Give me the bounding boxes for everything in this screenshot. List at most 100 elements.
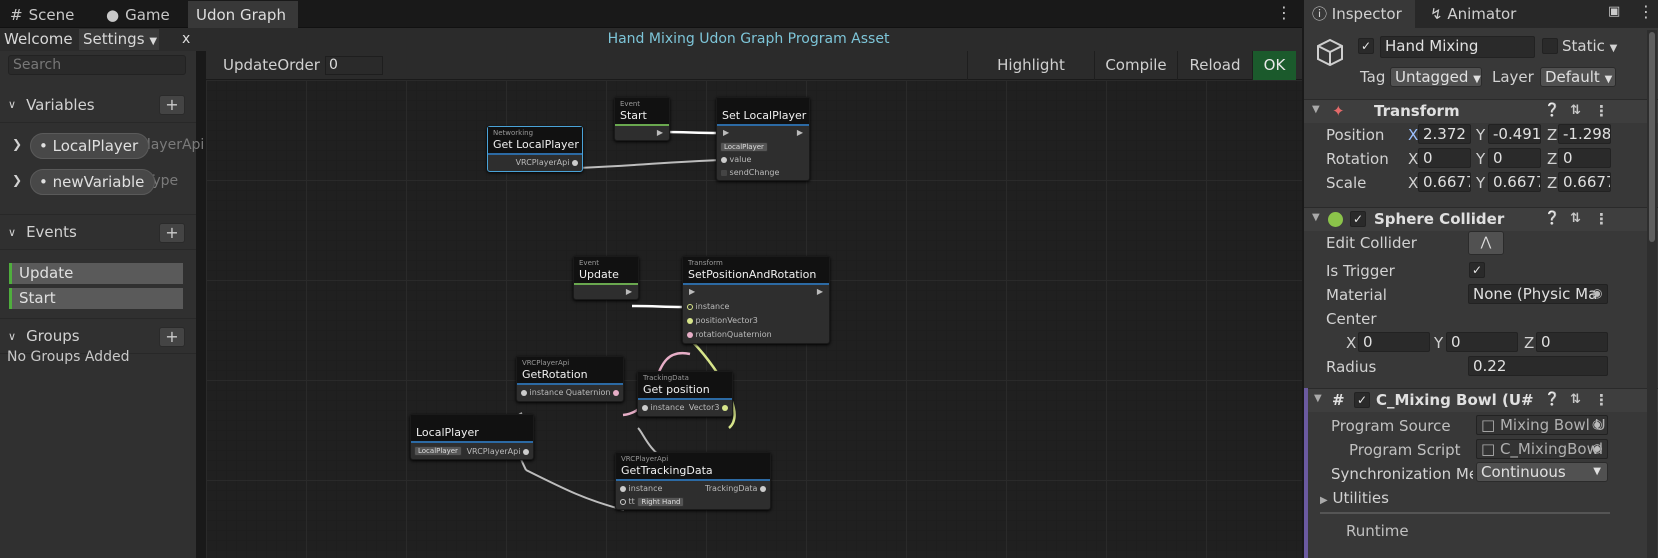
inspector-scrollbar[interactable] bbox=[1647, 30, 1657, 558]
output-port[interactable]: TrackingData bbox=[705, 484, 766, 493]
chevron-right-icon[interactable]: ❯ bbox=[12, 173, 22, 187]
script-header[interactable]: ▼ # ✓ C_Mixing Bowl (U# Sc ❔ ⇅ ⋮ bbox=[1308, 388, 1658, 412]
static-dropdown[interactable]: Static ▼ bbox=[1562, 37, 1617, 55]
welcome-tab[interactable]: Welcome bbox=[4, 28, 73, 51]
highlight-flow-button[interactable]: Highlight Flow bbox=[967, 51, 1094, 103]
variables-header[interactable]: ∨ Variables + bbox=[0, 87, 196, 123]
graph-canvas[interactable]: Event Start ▶ Set LocalPlayer ▶ ▶ LocalPl… bbox=[206, 80, 1302, 558]
center-y-field[interactable]: 0 bbox=[1446, 332, 1518, 352]
add-variable-button[interactable]: + bbox=[159, 95, 185, 115]
material-field[interactable]: None (Physic Ma bbox=[1468, 284, 1608, 304]
tab-inspector[interactable]: ⓘ Inspector bbox=[1304, 0, 1415, 28]
program-source-field[interactable]: □ Mixing Bowl U bbox=[1476, 415, 1608, 435]
radius-field[interactable]: 0.22 bbox=[1468, 356, 1608, 376]
output-port[interactable]: Vector3 bbox=[689, 403, 728, 412]
sync-method-dropdown[interactable]: Continuous ▼ bbox=[1476, 462, 1608, 482]
is-trigger-checkbox[interactable]: ✓ bbox=[1469, 262, 1485, 278]
scale-z-field[interactable]: 0.6677 bbox=[1558, 172, 1611, 192]
node-get-position[interactable]: TrackingData Get position instance Vector… bbox=[637, 371, 733, 417]
enabled-checkbox[interactable]: ✓ bbox=[1350, 211, 1366, 227]
instance-port[interactable]: instance bbox=[687, 302, 729, 311]
preset-icon[interactable]: ⇅ bbox=[1570, 392, 1581, 407]
position-y-field[interactable]: -0.491 bbox=[1488, 124, 1541, 144]
settings-dropdown[interactable]: Settings ▼ bbox=[79, 29, 159, 50]
preset-icon[interactable]: ⇅ bbox=[1570, 103, 1581, 118]
center-z-field[interactable]: 0 bbox=[1536, 332, 1608, 352]
lock-icon[interactable]: ▣ bbox=[1608, 4, 1620, 19]
search-input[interactable]: Search bbox=[8, 55, 186, 75]
flow-out-port[interactable]: ▶ bbox=[657, 128, 663, 137]
node-set-position-rotation[interactable]: Transform SetPositionAndRotation ▶ ▶ inst… bbox=[682, 256, 830, 344]
localplayer-dropdown[interactable]: LocalPlayer bbox=[414, 446, 462, 456]
object-picker-icon[interactable]: ◉ bbox=[1592, 286, 1602, 300]
rotation-x-field[interactable]: 0 bbox=[1418, 148, 1471, 168]
rotation-z-field[interactable]: 0 bbox=[1558, 148, 1611, 168]
close-graph-button[interactable]: x bbox=[182, 28, 190, 51]
edit-collider-button[interactable]: ⋀ bbox=[1468, 231, 1504, 255]
help-icon[interactable]: ❔ bbox=[1544, 211, 1560, 226]
help-icon[interactable]: ❔ bbox=[1544, 103, 1560, 118]
node-get-localplayer[interactable]: Networking Get LocalPlayer VRCPlayerApi bbox=[487, 126, 583, 172]
component-menu-icon[interactable]: ⋮ bbox=[1594, 210, 1609, 228]
event-start[interactable]: Start bbox=[9, 288, 183, 309]
component-menu-icon[interactable]: ⋮ bbox=[1594, 102, 1609, 120]
output-port[interactable]: VRCPlayerApi bbox=[516, 158, 578, 167]
events-header[interactable]: ∨ Events + bbox=[0, 214, 196, 250]
sphere-collider-header[interactable]: ▼ ✓ Sphere Collider ❔ ⇅ ⋮ bbox=[1304, 207, 1658, 231]
flow-out-port[interactable]: ▶ bbox=[797, 128, 803, 137]
component-menu-icon[interactable]: ⋮ bbox=[1594, 391, 1609, 409]
tab-animator[interactable]: ↯ Animator bbox=[1422, 0, 1524, 28]
instance-port[interactable]: instance bbox=[642, 403, 684, 412]
event-update[interactable]: Update bbox=[9, 263, 183, 284]
node-start-event[interactable]: Event Start ▶ bbox=[614, 97, 670, 141]
output-port[interactable]: VRCPlayerApi bbox=[467, 447, 529, 456]
help-icon[interactable]: ❔ bbox=[1544, 392, 1560, 407]
enabled-checkbox[interactable]: ✓ bbox=[1354, 392, 1370, 408]
scale-x-field[interactable]: 0.6677 bbox=[1418, 172, 1471, 192]
node-get-rotation[interactable]: VRCPlayerApi GetRotation instance Quatern… bbox=[516, 356, 624, 402]
flow-in-port[interactable]: ▶ bbox=[689, 287, 695, 296]
variable-row[interactable]: ❯ VRCPlayerApi • LocalPlayer bbox=[0, 133, 204, 163]
rotation-y-field[interactable]: 0 bbox=[1488, 148, 1541, 168]
variable-pill[interactable]: • newVariable bbox=[30, 169, 156, 195]
localplayer-dropdown[interactable]: LocalPlayer bbox=[720, 142, 768, 152]
update-order-input[interactable]: 0 bbox=[325, 56, 383, 75]
chevron-right-icon[interactable]: ❯ bbox=[12, 137, 22, 151]
compile-button[interactable]: Compile bbox=[1094, 51, 1177, 80]
scrollbar-thumb[interactable] bbox=[1649, 32, 1655, 242]
utilities-foldout[interactable]: ▶ Utilities bbox=[1320, 489, 1389, 507]
rotation-port[interactable]: rotationQuaternion bbox=[687, 330, 772, 339]
checkbox[interactable] bbox=[721, 169, 727, 176]
node-get-tracking-data[interactable]: VRCPlayerApi GetTrackingData instance tt … bbox=[615, 452, 771, 510]
tag-dropdown[interactable]: Untagged ▼ bbox=[1390, 67, 1482, 87]
ok-button[interactable]: OK bbox=[1252, 51, 1296, 80]
center-x-field[interactable]: 0 bbox=[1358, 332, 1430, 352]
active-checkbox[interactable]: ✓ bbox=[1358, 38, 1374, 54]
tracking-type-dropdown[interactable]: Right Hand bbox=[637, 497, 685, 507]
transform-header[interactable]: ▼ ✦ Transform ❔ ⇅ ⋮ bbox=[1304, 99, 1658, 123]
reload-button[interactable]: Reload bbox=[1177, 51, 1252, 80]
tab-scene[interactable]: # Scene bbox=[2, 1, 82, 28]
more-menu-icon[interactable]: ⋮ bbox=[1638, 2, 1654, 21]
tab-game[interactable]: ● Game bbox=[98, 1, 178, 28]
tab-udon-graph[interactable]: Udon Graph bbox=[188, 1, 298, 28]
object-picker-icon[interactable]: ◉ bbox=[1592, 417, 1602, 431]
add-event-button[interactable]: + bbox=[159, 223, 185, 243]
add-group-button[interactable]: + bbox=[159, 327, 185, 347]
sendchange-port[interactable]: sendChange bbox=[721, 168, 779, 177]
instance-port[interactable]: instance bbox=[620, 484, 662, 493]
tt-port[interactable]: tt Right Hand bbox=[620, 497, 685, 507]
object-name-field[interactable]: Hand Mixing bbox=[1380, 36, 1535, 58]
position-port[interactable]: positionVector3 bbox=[687, 316, 758, 325]
variable-pill[interactable]: • LocalPlayer bbox=[30, 133, 150, 159]
variable-row[interactable]: ❯ Type • newVariable bbox=[0, 169, 196, 199]
static-checkbox[interactable] bbox=[1542, 38, 1558, 54]
object-picker-icon[interactable]: ◉ bbox=[1592, 441, 1602, 455]
node-update-event[interactable]: Event Update ▶ bbox=[573, 256, 639, 300]
position-x-field[interactable]: 2.372 bbox=[1418, 124, 1471, 144]
node-set-localplayer[interactable]: Set LocalPlayer ▶ ▶ LocalPlayer value se… bbox=[716, 97, 810, 181]
preset-icon[interactable]: ⇅ bbox=[1570, 211, 1581, 226]
node-localplayer-variable[interactable]: LocalPlayer LocalPlayer VRCPlayerApi bbox=[410, 414, 534, 460]
output-port[interactable]: Quaternion bbox=[566, 388, 619, 397]
flow-out-port[interactable]: ▶ bbox=[626, 287, 632, 296]
